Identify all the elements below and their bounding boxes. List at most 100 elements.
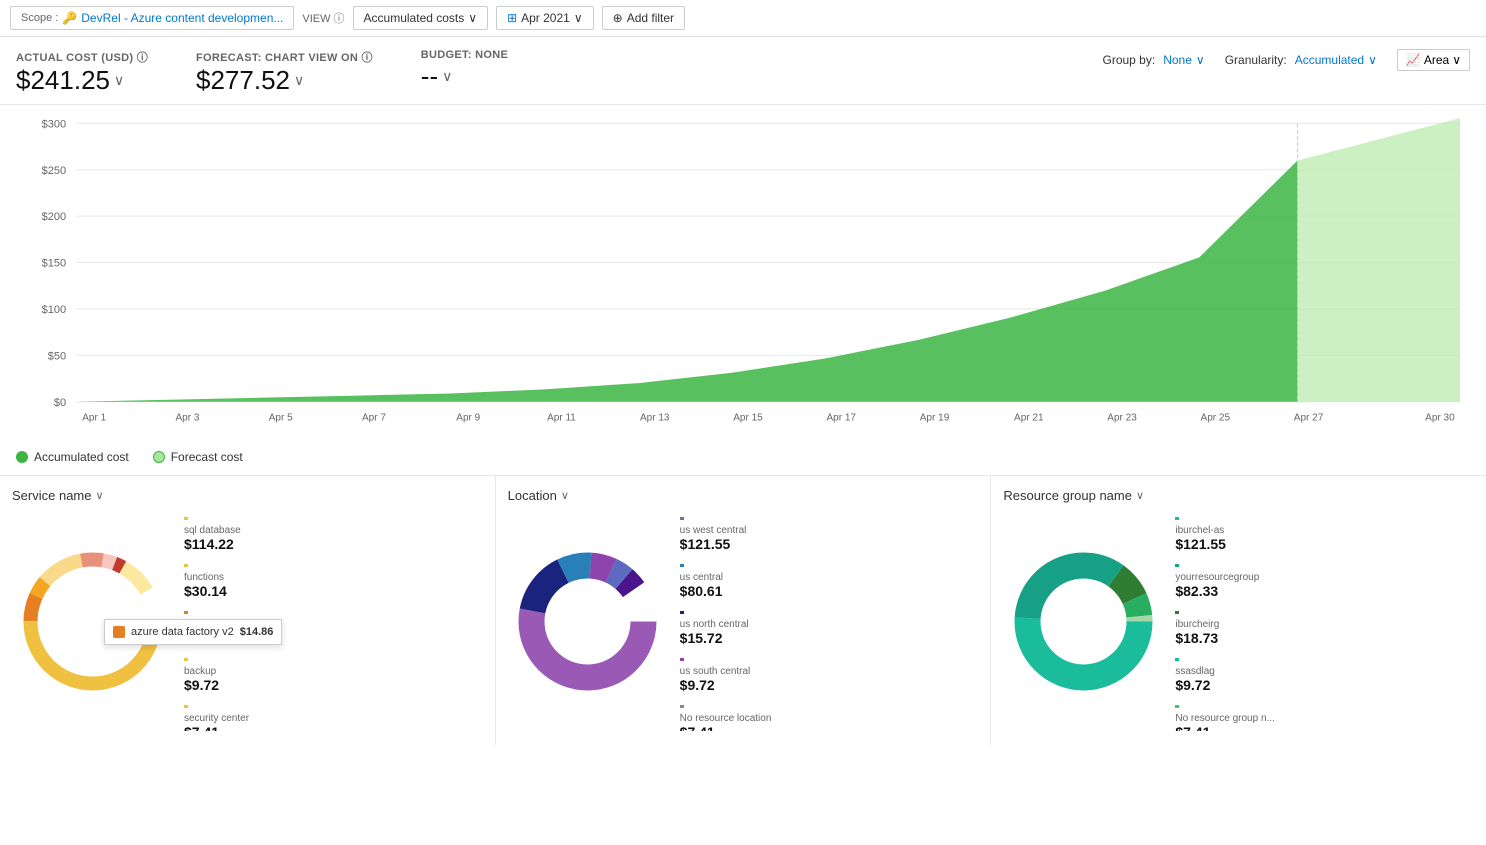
service-data-item-2: azure data factory v2 $14.86 — [184, 605, 483, 646]
resource-group-panel: Resource group name ∨ iburchel-as $121. — [991, 476, 1486, 745]
service-bar-4 — [184, 705, 188, 708]
resource-donut-chart — [1006, 544, 1161, 699]
svg-text:Apr 3: Apr 3 — [176, 412, 200, 423]
resource-value-4: $7.41 — [1175, 724, 1474, 731]
resource-group-content: iburchel-as $121.55 yourresourcegroup $8… — [1003, 511, 1474, 731]
resource-group-header[interactable]: Resource group name ∨ — [1003, 488, 1474, 503]
service-value-4: $7.41 — [184, 724, 483, 731]
service-chevron-icon: ∨ — [95, 489, 103, 502]
svg-text:Apr 5: Apr 5 — [269, 412, 293, 423]
resource-data-item-3: ssasdlag $9.72 — [1175, 652, 1474, 693]
svg-text:$200: $200 — [42, 211, 67, 223]
service-value-3: $9.72 — [184, 677, 483, 693]
service-label-0: sql database — [184, 525, 483, 536]
location-label-0: us west central — [680, 525, 979, 536]
service-value-2: $14.86 — [184, 630, 483, 646]
svg-text:$100: $100 — [42, 304, 67, 316]
date-button[interactable]: ⊞ Apr 2021 ∨ — [496, 6, 594, 30]
actual-cost-value: $241.25 ∨ — [16, 65, 148, 96]
service-label-3: backup — [184, 666, 483, 677]
actual-cost-chevron[interactable]: ∨ — [114, 72, 124, 89]
svg-text:$300: $300 — [42, 118, 67, 130]
location-title: Location — [508, 488, 557, 503]
resource-data-item-1: yourresourcegroup $82.33 — [1175, 558, 1474, 599]
location-value-0: $121.55 — [680, 536, 979, 552]
resource-label-2: iburcheirg — [1175, 619, 1474, 630]
resource-label-3: ssasdlag — [1175, 666, 1474, 677]
budget-chevron[interactable]: ∨ — [442, 68, 452, 85]
location-data-item-4: No resource location $7.41 — [680, 699, 979, 731]
date-label: Apr 2021 — [521, 11, 570, 25]
location-data-item-0: us west central $121.55 — [680, 511, 979, 552]
resource-label-0: iburchel-as — [1175, 525, 1474, 536]
actual-cost-label: ACTUAL COST (USD) ⓘ — [16, 49, 148, 65]
service-data-item-3: backup $9.72 — [184, 652, 483, 693]
add-filter-label: Add filter — [627, 11, 674, 25]
svg-text:$50: $50 — [48, 350, 66, 362]
chevron-down-icon: ∨ — [468, 11, 477, 25]
add-filter-button[interactable]: ⊕ Add filter — [602, 6, 685, 30]
budget-value: -- ∨ — [421, 61, 508, 92]
service-bar-2 — [184, 611, 188, 614]
service-bar-1 — [184, 564, 188, 567]
resource-value-2: $18.73 — [1175, 630, 1474, 646]
metrics-row: ACTUAL COST (USD) ⓘ $241.25 ∨ FORECAST: … — [0, 37, 1486, 105]
resource-bar-4 — [1175, 705, 1179, 708]
forecast-value: $277.52 ∨ — [196, 65, 373, 96]
legend-forecast: Forecast cost — [153, 450, 243, 464]
chart-type-label: Area — [1424, 53, 1449, 67]
svg-text:$0: $0 — [54, 397, 66, 409]
chart-type-button[interactable]: 📈 Area ∨ — [1397, 49, 1470, 71]
granularity-button[interactable]: Accumulated ∨ — [1291, 53, 1381, 67]
location-data: us west central $121.55 us central $80.6… — [676, 511, 979, 731]
budget-metric: BUDGET: NONE -- ∨ — [421, 49, 508, 92]
location-label-2: us north central — [680, 619, 979, 630]
location-content: us west central $121.55 us central $80.6… — [508, 511, 979, 731]
resource-label-1: yourresourcegroup — [1175, 572, 1474, 583]
chart-controls: Group by: None ∨ Granularity: Accumulate… — [1103, 49, 1471, 71]
location-bar-2 — [680, 611, 684, 614]
forecast-label: FORECAST: CHART VIEW ON ⓘ — [196, 49, 373, 65]
service-value-1: $30.14 — [184, 583, 483, 599]
chevron-down-icon3: ∨ — [1196, 53, 1205, 67]
location-value-2: $15.72 — [680, 630, 979, 646]
resource-data: iburchel-as $121.55 yourresourcegroup $8… — [1171, 511, 1474, 731]
location-value-4: $7.41 — [680, 724, 979, 731]
forecast-chevron[interactable]: ∨ — [294, 72, 304, 89]
location-chevron-icon: ∨ — [561, 489, 569, 502]
accumulated-dot — [16, 451, 28, 463]
svg-text:Apr 9: Apr 9 — [456, 412, 480, 423]
location-donut-chart — [510, 544, 665, 699]
chevron-down-icon2: ∨ — [574, 11, 583, 25]
location-bar-3 — [680, 658, 684, 661]
location-data-item-1: us central $80.61 — [680, 558, 979, 599]
service-donut-chart — [15, 544, 170, 699]
service-value-0: $114.22 — [184, 536, 483, 552]
group-by-button[interactable]: None ∨ — [1159, 53, 1208, 67]
view-name-label: Accumulated costs — [364, 11, 465, 25]
service-label-4: security center — [184, 713, 483, 724]
service-data: sql database $114.22 functions $30.14 az… — [180, 511, 483, 731]
location-label-1: us central — [680, 572, 979, 583]
forecast-legend-label: Forecast cost — [171, 450, 243, 464]
chart-legend: Accumulated cost Forecast cost — [16, 446, 1470, 468]
location-label-4: No resource location — [680, 713, 979, 724]
view-label: VIEW ⓘ — [302, 10, 344, 26]
chart-container: $300 $250 $200 $150 $100 $50 $0 Apr 1 Ap… — [0, 105, 1486, 475]
service-bar-3 — [184, 658, 188, 661]
resource-value-1: $82.33 — [1175, 583, 1474, 599]
view-button[interactable]: Accumulated costs ∨ — [353, 6, 489, 30]
service-label-2: azure data factory v2 — [184, 619, 483, 630]
service-name-header[interactable]: Service name ∨ — [12, 488, 483, 503]
location-donut-wrap — [508, 511, 668, 731]
area-chart: $300 $250 $200 $150 $100 $50 $0 Apr 1 Ap… — [16, 113, 1470, 443]
svg-text:Apr 30: Apr 30 — [1425, 412, 1455, 423]
svg-text:Apr 7: Apr 7 — [362, 412, 386, 423]
location-label-3: us south central — [680, 666, 979, 677]
scope-button[interactable]: Scope : 🔑 DevRel - Azure content develop… — [10, 6, 294, 30]
service-data-item-1: functions $30.14 — [184, 558, 483, 599]
location-header[interactable]: Location ∨ — [508, 488, 979, 503]
service-bar-0 — [184, 517, 188, 520]
scope-prefix-label: Scope : — [21, 12, 58, 24]
svg-text:$250: $250 — [42, 165, 67, 177]
